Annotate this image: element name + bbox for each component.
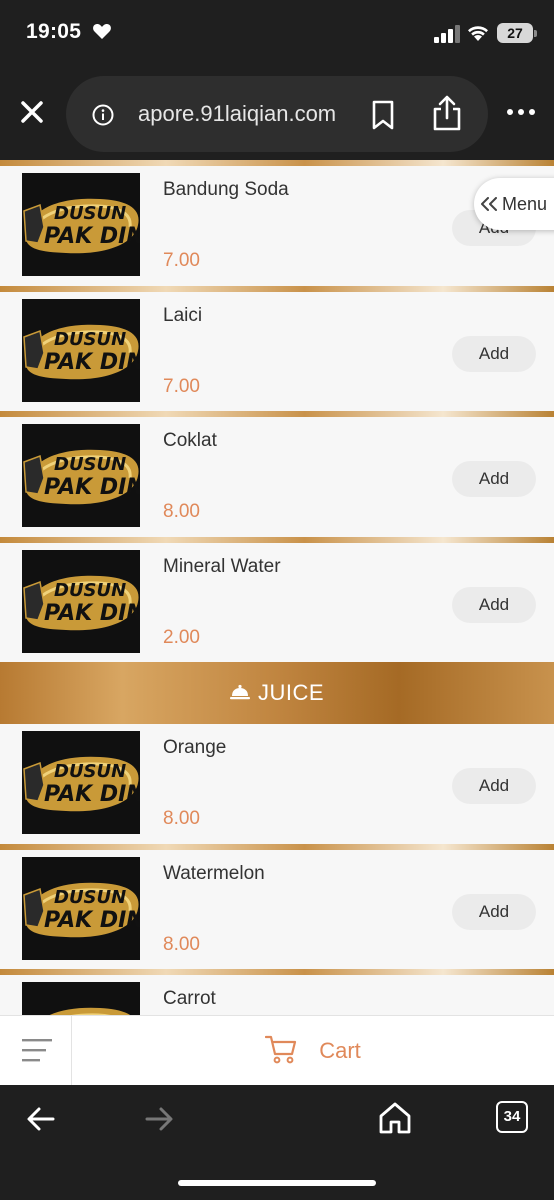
logo-text-dusun: DUSUN — [54, 761, 126, 782]
browser-bottom-toolbar: 34 — [0, 1085, 554, 1200]
item-price: 8.00 — [163, 808, 200, 829]
floating-menu-button[interactable]: Menu — [474, 178, 554, 230]
bookmark-icon[interactable] — [370, 100, 396, 130]
item-name: Bandung Soda — [163, 179, 289, 200]
status-bar: 19:05 27 — [0, 0, 554, 70]
home-icon[interactable] — [378, 1101, 412, 1135]
address-bar[interactable]: apore.91laiqian.com — [66, 76, 488, 152]
share-icon[interactable] — [430, 94, 464, 132]
logo-text-pakdin: PAK DIN — [44, 475, 140, 500]
back-arrow-icon[interactable] — [26, 1105, 56, 1133]
item-price: 7.00 — [163, 375, 200, 397]
more-icon[interactable] — [506, 102, 536, 122]
logo-text-pakdin: PAK DIN — [44, 601, 140, 626]
item-name: Mineral Water — [163, 555, 281, 577]
item-logo-image: DUSUN PAK DIN — [22, 173, 140, 276]
menu-item[interactable]: DUSUN PAK DIN Coklat 8.00 Add — [0, 417, 554, 537]
item-price: 8.00 — [163, 933, 200, 955]
logo-text-pakdin: PAK DIN — [44, 224, 140, 249]
add-button[interactable]: Add — [452, 893, 536, 930]
item-name: Orange — [163, 737, 227, 758]
item-logo-image: DUSUN PAK DIN — [22, 424, 140, 527]
browser-top-bar: apore.91laiqian.com — [0, 70, 554, 162]
info-icon[interactable] — [92, 104, 114, 126]
item-name: Coklat — [163, 430, 217, 451]
logo-text-dusun: DUSUN — [54, 887, 126, 908]
wifi-icon — [468, 26, 488, 41]
cart-label: Cart — [319, 1038, 361, 1063]
status-time: 19:05 — [26, 20, 82, 43]
item-price: 7.00 — [163, 250, 200, 271]
close-icon[interactable] — [16, 96, 48, 128]
menu-item[interactable]: DUSUN PAK DIN Watermelon 8.00 Add — [0, 849, 554, 969]
item-price: 2.00 — [163, 626, 200, 648]
cart-icon — [265, 1036, 297, 1064]
item-logo-image: DUSUN PAK DIN — [22, 549, 140, 653]
item-name: Laici — [163, 304, 203, 326]
item-logo-image: DUSUN PAK DIN — [22, 856, 140, 960]
menu-item[interactable]: DUSUN PAK DIN Mineral Water 2.00 Add — [0, 542, 554, 662]
logo-text-pakdin: PAK DIN — [44, 908, 140, 933]
add-button[interactable]: Add — [452, 586, 536, 623]
menu-item[interactable]: DUSUN PAK DIN Bandung Soda 7.00 Add — [0, 166, 554, 286]
forward-arrow-icon[interactable] — [144, 1105, 174, 1133]
logo-text-dusun: DUSUN — [54, 203, 126, 224]
logo-text-dusun: DUSUN — [54, 580, 126, 601]
home-indicator — [178, 1180, 376, 1186]
menu-item[interactable]: Carrot — [0, 975, 554, 1015]
list-icon — [22, 1039, 52, 1062]
category-header-juice[interactable]: JUICE — [0, 662, 554, 724]
signal-icon — [434, 25, 460, 43]
tabs-button[interactable]: 34 — [496, 1101, 528, 1133]
double-chevron-left-icon — [481, 197, 497, 212]
category-list-button[interactable] — [0, 1016, 72, 1086]
item-price: 8.00 — [163, 501, 200, 522]
heart-icon — [93, 23, 111, 39]
add-button[interactable]: Add — [452, 461, 536, 497]
cloche-icon — [229, 685, 250, 700]
category-title: JUICE — [257, 680, 325, 705]
cart-bar: Cart — [0, 1015, 554, 1086]
menu-list[interactable]: DUSUN PAK DIN Bandung Soda 7.00 Add DUSU… — [0, 160, 554, 1015]
item-name: Watermelon — [163, 862, 265, 884]
logo-text-dusun: DUSUN — [54, 329, 126, 350]
logo-text-pakdin: PAK DIN — [44, 350, 140, 375]
menu-item[interactable]: DUSUN PAK DIN Laici 7.00 Add — [0, 291, 554, 411]
item-logo-image: DUSUN PAK DIN — [22, 298, 140, 402]
menu-item[interactable]: DUSUN PAK DIN Orange 8.00 Add — [0, 724, 554, 844]
logo-text-dusun: DUSUN — [54, 454, 126, 475]
item-logo-image — [22, 982, 140, 1015]
floating-menu-label: Menu — [502, 194, 548, 214]
battery-indicator: 27 — [497, 23, 537, 43]
item-logo-image: DUSUN PAK DIN — [22, 731, 140, 834]
add-button[interactable]: Add — [452, 335, 536, 372]
cart-button[interactable]: Cart — [72, 1016, 554, 1086]
item-name: Carrot — [163, 988, 216, 1009]
logo-text-pakdin: PAK DIN — [44, 782, 140, 807]
add-button[interactable]: Add — [452, 768, 536, 804]
